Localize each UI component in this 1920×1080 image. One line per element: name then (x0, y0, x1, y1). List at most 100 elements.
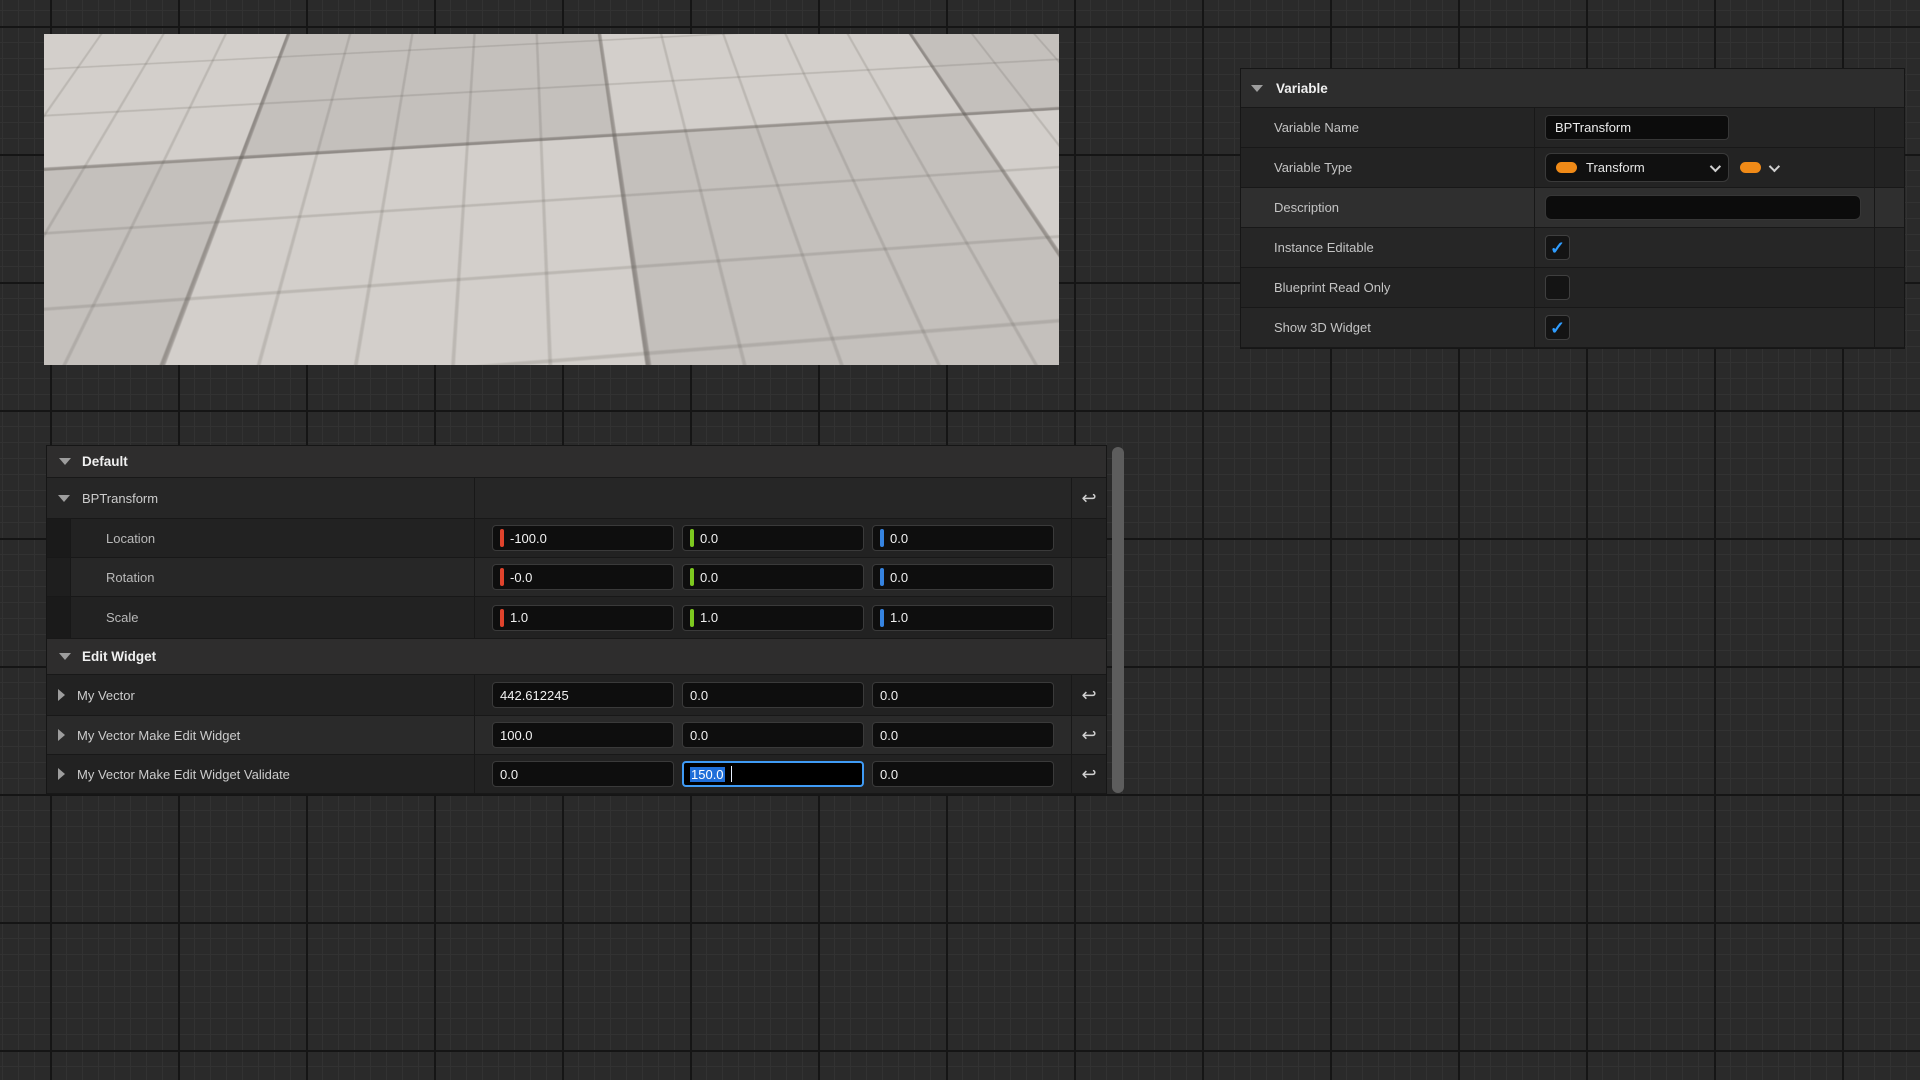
y-axis-bar-icon (690, 529, 694, 547)
row-description: Description (1241, 188, 1904, 228)
rotation-x-value: -0.0 (510, 570, 532, 585)
blueprint-editor-canvas[interactable]: BPTransform MyVector_MakeEditWidget Exce… (0, 0, 1920, 1080)
rotation-z-value: 0.0 (890, 570, 908, 585)
text-caret (731, 766, 732, 782)
mvmew-y-field[interactable]: 0.0 (682, 722, 864, 748)
y-axis-bar-icon (690, 609, 694, 627)
chevron-down-icon (1769, 160, 1780, 171)
bptransform-widget[interactable] (105, 112, 187, 201)
mvmewv-x-field[interactable]: 0.0 (492, 761, 674, 787)
mvmew-x-field[interactable]: 100.0 (492, 722, 674, 748)
my-vector-x-field[interactable]: 442.612245 (492, 682, 674, 708)
details-scrollbar[interactable] (1112, 447, 1124, 793)
x-axis-bar-icon (500, 609, 504, 627)
mvmewv-y-value-selected: 150.0 (690, 767, 725, 782)
indent-gutter (47, 558, 71, 596)
scale-x-field[interactable]: 1.0 (492, 605, 674, 631)
row-end-spacer (1874, 148, 1904, 187)
row-blueprint-read-only: Blueprint Read Only (1241, 268, 1904, 308)
property-label: My Vector (77, 688, 135, 703)
field-label: Blueprint Read Only (1241, 268, 1534, 307)
variable-name-input[interactable]: BPTransform (1545, 115, 1729, 140)
revert-to-default-button[interactable]: ↩ (1081, 726, 1096, 744)
instance-editable-checkbox[interactable]: ✓ (1545, 235, 1570, 260)
transform-type-pill-icon (1740, 162, 1761, 173)
scale-y-field[interactable]: 1.0 (682, 605, 864, 631)
row-my-vector-make-edit-widget-validate: My Vector Make Edit Widget Validate 0.0 … (47, 755, 1106, 794)
mvmewv-y-field-editing[interactable]: 150.0 (682, 761, 864, 787)
variable-section-header[interactable]: Variable (1241, 69, 1904, 108)
scale-x-value: 1.0 (510, 610, 528, 625)
revert-to-default-button[interactable]: ↩ (1081, 489, 1096, 507)
property-label: Location (106, 531, 155, 546)
widget-label-bptransform: BPTransform (135, 167, 214, 182)
widget-label-exceed-max: Exceed max length:100 (566, 291, 707, 306)
property-label: My Vector Make Edit Widget (77, 728, 240, 743)
y-axis-bar-icon (690, 568, 694, 586)
mvmew-z-field[interactable]: 0.0 (872, 722, 1054, 748)
floor-accent-lines (44, 34, 1059, 365)
rotation-y-value: 0.0 (700, 570, 718, 585)
collapsed-arrow-icon[interactable] (58, 689, 65, 701)
variable-type-value: Transform (1586, 160, 1701, 175)
row-location: Location -100.0 0.0 0.0 (47, 519, 1106, 558)
row-show-3d-widget: Show 3D Widget ✓ (1241, 308, 1904, 348)
z-axis-bar-icon (880, 609, 884, 627)
field-label: Description (1241, 188, 1534, 227)
expand-arrow-icon[interactable] (59, 653, 71, 660)
rotation-y-field[interactable]: 0.0 (682, 564, 864, 590)
field-label: Show 3D Widget (1241, 308, 1534, 347)
check-icon: ✓ (1550, 319, 1565, 337)
category-label: Default (82, 454, 128, 469)
location-x-field[interactable]: -100.0 (492, 525, 674, 551)
mvmewv-z-field[interactable]: 0.0 (872, 761, 1054, 787)
variable-type-dropdown[interactable]: Transform (1545, 153, 1729, 182)
variable-panel: Variable Variable Name BPTransform Varia… (1240, 68, 1905, 349)
location-y-field[interactable]: 0.0 (682, 525, 864, 551)
container-type-dropdown[interactable] (1740, 162, 1777, 173)
blueprint-read-only-checkbox[interactable] (1545, 275, 1570, 300)
3d-viewport[interactable]: BPTransform MyVector_MakeEditWidget Exce… (44, 34, 1059, 365)
scale-z-value: 1.0 (890, 610, 908, 625)
property-label: Rotation (106, 570, 154, 585)
show-3d-widget-checkbox[interactable]: ✓ (1545, 315, 1570, 340)
rotation-z-field[interactable]: 0.0 (872, 564, 1054, 590)
row-variable-type: Variable Type Transform (1241, 148, 1904, 188)
mvmew-x-value: 100.0 (500, 728, 533, 743)
expand-arrow-icon[interactable] (1251, 85, 1263, 92)
row-end-spacer (1874, 228, 1904, 267)
revert-to-default-button[interactable]: ↩ (1081, 765, 1096, 783)
scale-z-field[interactable]: 1.0 (872, 605, 1054, 631)
rotation-x-field[interactable]: -0.0 (492, 564, 674, 590)
revert-to-default-button[interactable]: ↩ (1081, 686, 1096, 704)
my-vector-y-value: 0.0 (690, 688, 708, 703)
viewport-overlay (44, 34, 1059, 365)
my-vector-z-field[interactable]: 0.0 (872, 682, 1054, 708)
section-title: Variable (1276, 81, 1328, 96)
row-my-vector-make-edit-widget: My Vector Make Edit Widget 100.0 0.0 0.0… (47, 716, 1106, 755)
expand-arrow-icon[interactable] (59, 458, 71, 465)
field-label: Variable Name (1241, 108, 1534, 147)
indent-gutter (47, 519, 71, 557)
my-vector-y-field[interactable]: 0.0 (682, 682, 864, 708)
x-axis-bar-icon (500, 529, 504, 547)
expand-arrow-icon[interactable] (58, 495, 70, 502)
transform-type-pill-icon (1556, 162, 1577, 173)
location-y-value: 0.0 (700, 531, 718, 546)
property-label: Scale (106, 610, 139, 625)
property-label: My Vector Make Edit Widget Validate (77, 767, 290, 782)
category-default[interactable]: Default (47, 446, 1106, 478)
description-input[interactable] (1545, 195, 1861, 220)
mvmew-y-value: 0.0 (690, 728, 708, 743)
myvector-widget[interactable] (708, 115, 766, 183)
row-variable-name: Variable Name BPTransform (1241, 108, 1904, 148)
category-edit-widget[interactable]: Edit Widget (47, 639, 1106, 675)
location-z-value: 0.0 (890, 531, 908, 546)
collapsed-arrow-icon[interactable] (58, 729, 65, 741)
collapsed-arrow-icon[interactable] (58, 768, 65, 780)
variable-name-value: BPTransform (1555, 120, 1631, 135)
row-end-spacer (1874, 188, 1904, 227)
location-z-field[interactable]: 0.0 (872, 525, 1054, 551)
row-end-spacer (1874, 108, 1904, 147)
row-scale: Scale 1.0 1.0 1.0 (47, 597, 1106, 639)
